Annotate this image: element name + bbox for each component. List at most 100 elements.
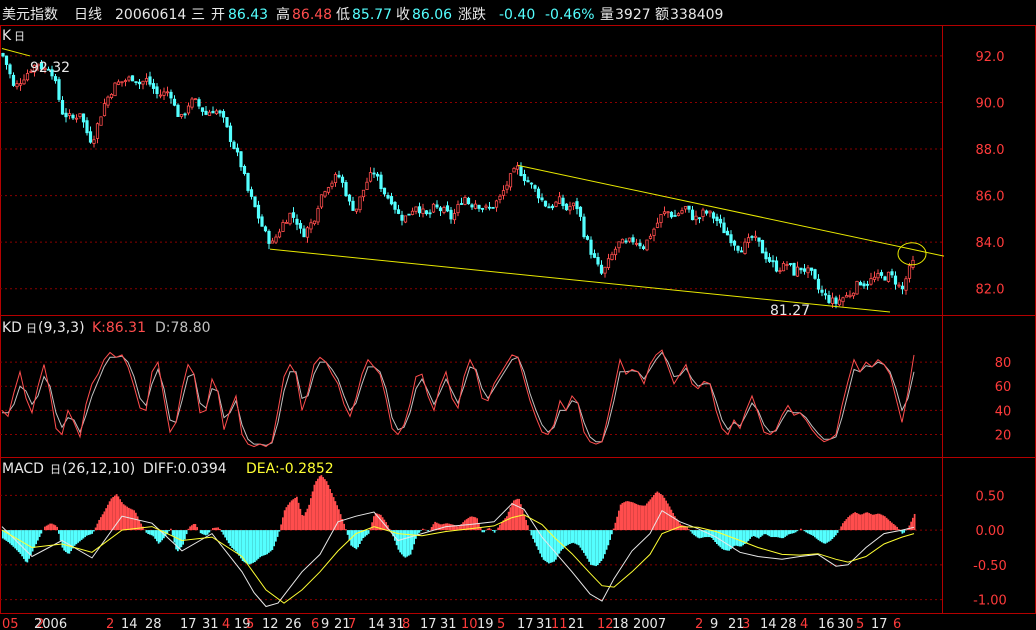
candle-body xyxy=(722,222,726,234)
date-tick-label: 2007 xyxy=(633,617,666,630)
macd-bar xyxy=(451,524,454,531)
kd-panel-collapse-icon[interactable]: 日 xyxy=(26,322,37,335)
macd-bar xyxy=(843,521,846,531)
macd-bar xyxy=(420,530,422,531)
macd-bar xyxy=(276,530,279,537)
candlestick-series xyxy=(1,52,915,309)
macd-bar xyxy=(52,524,55,531)
macd-bar xyxy=(737,530,739,547)
macd-bar xyxy=(481,530,484,533)
macd-params: (26,12,10) xyxy=(62,461,135,477)
date-tick-label: 17 xyxy=(871,617,888,630)
date-tick-label: 2 xyxy=(695,617,703,630)
macd-bar xyxy=(805,530,807,533)
candle-body xyxy=(123,80,128,82)
macd-bar xyxy=(112,497,114,531)
macd-bar xyxy=(268,530,270,553)
macd-bar xyxy=(234,530,237,552)
price-panel-collapse-icon[interactable]: 日 xyxy=(14,30,25,43)
candle-body xyxy=(127,76,131,81)
date-tick-label: 14 xyxy=(368,617,385,630)
date-tick-label: 28 xyxy=(145,617,162,630)
macd-bar xyxy=(51,523,53,531)
macd-bar xyxy=(462,522,464,531)
macd-bar xyxy=(691,530,694,534)
candle-body xyxy=(536,188,541,199)
macd-bar xyxy=(866,512,869,531)
price-panel-label[interactable]: K xyxy=(2,28,12,44)
macd-y-tick-label: -0.50 xyxy=(973,559,1007,574)
macd-bar xyxy=(695,530,697,537)
macd-bar xyxy=(105,508,107,531)
date-tick-label: 14 xyxy=(760,617,777,630)
macd-bar xyxy=(791,530,793,534)
candle-body xyxy=(526,180,530,183)
macd-bar xyxy=(266,530,268,555)
candle-body xyxy=(624,240,628,243)
candle-body xyxy=(57,79,61,100)
macd-bar xyxy=(829,530,832,541)
candle-body xyxy=(106,96,110,106)
macd-bar xyxy=(628,501,631,531)
candle-body xyxy=(641,246,646,249)
kd-d-line xyxy=(2,351,915,446)
kd-panel-label[interactable]: KD xyxy=(2,320,22,336)
macd-bar xyxy=(187,528,190,531)
stock-chart-canvas[interactable]: 美元指数 日线 20060614 三 开 86.43 高 86.48 低 85.… xyxy=(0,0,1036,630)
open-value: 86.43 xyxy=(228,7,268,23)
candle-body xyxy=(753,235,758,238)
price-grid xyxy=(0,55,942,290)
date-tick-label: 11 xyxy=(551,617,568,630)
date-tick-label: 8 xyxy=(402,617,410,630)
candle-body xyxy=(480,207,485,210)
candle-body xyxy=(151,83,156,89)
macd-bar xyxy=(612,528,615,531)
macd-bar xyxy=(556,530,559,557)
macd-bar xyxy=(408,530,410,556)
candle-body xyxy=(858,282,863,286)
macd-bar xyxy=(231,530,233,548)
macd-bar xyxy=(203,530,205,535)
kd-grid xyxy=(0,361,942,435)
candle-body xyxy=(270,240,275,244)
date-tick-label: 30 xyxy=(837,617,854,630)
macd-bar xyxy=(882,515,884,531)
macd-bar xyxy=(800,528,802,531)
macd-bar xyxy=(226,530,228,541)
candle-body xyxy=(414,206,418,212)
candle-body xyxy=(893,275,898,285)
macd-bar xyxy=(565,530,568,546)
candle-body xyxy=(302,228,306,238)
macd-bar xyxy=(308,504,310,531)
macd-bar xyxy=(117,496,120,531)
candle-body xyxy=(137,81,142,85)
macd-bar xyxy=(346,530,349,535)
macd-bar xyxy=(353,530,356,548)
macd-bar xyxy=(689,530,692,532)
macd-bar xyxy=(367,530,370,534)
candle-body xyxy=(295,218,299,225)
candle-body xyxy=(690,209,695,221)
macd-bar xyxy=(789,530,792,534)
candle-body xyxy=(704,210,709,214)
macd-bar xyxy=(749,530,751,539)
macd-bar xyxy=(215,527,218,531)
candle-body xyxy=(774,260,779,272)
macd-bar xyxy=(857,513,860,531)
kd-params: (9,3,3) xyxy=(38,320,85,336)
macd-bar xyxy=(497,527,499,531)
macd-bar xyxy=(80,530,83,540)
macd-bar xyxy=(147,530,149,535)
macd-panel-collapse-icon[interactable]: 日 xyxy=(50,463,61,476)
macd-bar xyxy=(626,501,629,531)
macd-bar xyxy=(448,523,450,531)
macd-bar xyxy=(415,530,417,539)
macd-bar xyxy=(194,524,197,531)
macd-bar xyxy=(131,509,134,531)
candle-body xyxy=(277,231,282,238)
macd-bar xyxy=(310,498,312,531)
macd-panel-label[interactable]: MACD xyxy=(2,461,44,477)
macd-bar xyxy=(887,519,890,531)
date-tick-label: 05 xyxy=(2,617,19,630)
candle-body xyxy=(445,205,450,212)
